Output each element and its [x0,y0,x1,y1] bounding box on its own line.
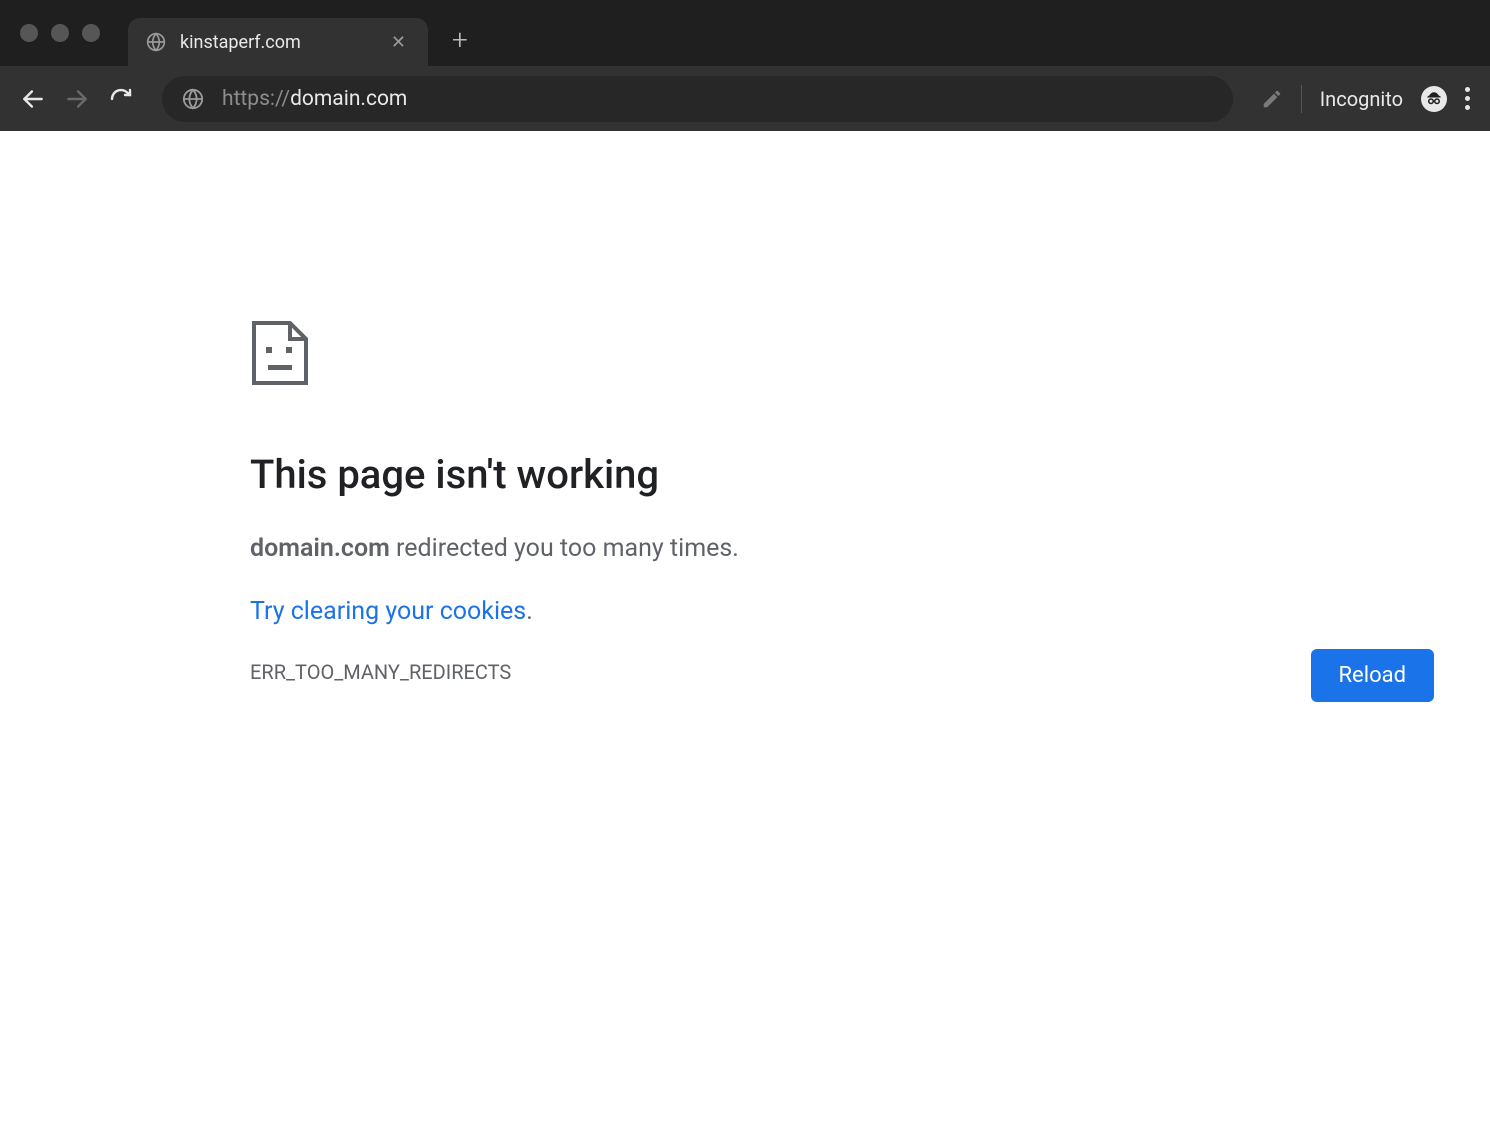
url-protocol: https:// [222,87,290,111]
error-code: ERR_TOO_MANY_REDIRECTS [250,660,1490,684]
incognito-label: Incognito [1320,87,1403,111]
separator [1301,85,1302,113]
page-content: This page isn't working domain.com redir… [0,131,1490,1128]
forward-button[interactable] [64,86,90,112]
address-bar[interactable]: https://domain.com [162,76,1233,122]
sad-page-icon [250,319,1490,391]
toolbar-right: Incognito [1261,85,1470,113]
menu-button[interactable] [1465,87,1470,110]
site-info-icon[interactable] [182,88,204,110]
reload-button[interactable]: Reload [1311,649,1435,702]
browser-toolbar: https://domain.com Incognito [0,66,1490,131]
new-tab-button[interactable]: + [452,23,468,56]
error-title: This page isn't working [250,451,1490,498]
pencil-icon[interactable] [1261,88,1283,110]
error-message: domain.com redirected you too many times… [250,534,1490,563]
error-message-text: redirected you too many times. [390,534,739,563]
maximize-window-button[interactable] [82,24,100,42]
incognito-icon[interactable] [1421,86,1447,112]
close-window-button[interactable] [20,24,38,42]
globe-icon [146,32,166,52]
error-suggestion: Try clearing your cookies. [250,597,1490,626]
tab-title: kinstaperf.com [180,32,387,53]
url-domain: domain.com [290,87,407,111]
tab-close-icon[interactable]: ✕ [387,30,410,55]
back-button[interactable] [20,86,46,112]
minimize-window-button[interactable] [51,24,69,42]
browser-tab[interactable]: kinstaperf.com ✕ [128,18,428,66]
tab-strip: kinstaperf.com ✕ + [0,0,1490,66]
window-controls [20,24,100,42]
browser-chrome: kinstaperf.com ✕ + [0,0,1490,131]
clear-cookies-link[interactable]: Try clearing your cookies [250,597,526,626]
error-domain: domain.com [250,534,390,563]
period: . [526,597,533,626]
reload-icon-button[interactable] [108,86,134,112]
